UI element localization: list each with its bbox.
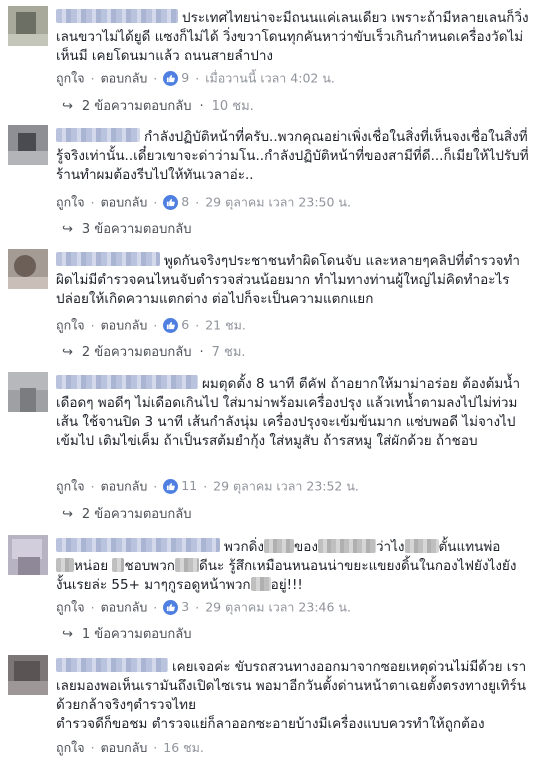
view-replies-link[interactable]: ↪ 2 ข้อความตอบกลับ · 10 ชม. (62, 98, 254, 116)
avatar[interactable] (8, 372, 48, 412)
redacted-text (404, 539, 439, 553)
comment-timestamp[interactable]: 29 ตุลาคม เวลา 23:46 น. (205, 600, 351, 615)
like-link[interactable]: ถูกใจ (56, 195, 85, 210)
view-replies-link[interactable]: ↪ 2 ข้อความตอบกลับ · 7 ชม. (62, 344, 246, 362)
comment-actions: ถูกใจ · ตอบกลับ · 8 · 29 ตุลาคม เวลา 23:50 น. (56, 193, 351, 211)
avatar[interactable] (8, 655, 48, 695)
comment-actions: ถูกใจ · ตอบกลับ · 16 ชม. (56, 740, 204, 755)
commenter-name[interactable] (56, 9, 178, 23)
redacted-text (112, 558, 125, 572)
redacted-text (264, 539, 295, 553)
comment-text: พูดกันจริงๆประชาชนทำผิดโดนจับ และหลายๆคล… (56, 252, 520, 307)
like-link[interactable]: ถูกใจ (56, 318, 85, 333)
thumbs-up-icon (163, 478, 179, 494)
avatar[interactable] (8, 249, 48, 289)
reaction-count[interactable]: 6 (163, 316, 189, 334)
comment-actions: ถูกใจ · ตอบกลับ · 11 · 29 ตุลาคม เวลา 23:52 น. (56, 477, 359, 495)
like-link[interactable]: ถูกใจ (56, 479, 85, 494)
comment-text: กำลังปฏิบัติหน้าที่ครับ..พวกคุณอย่าเพิ่ง… (56, 128, 529, 183)
reaction-count[interactable]: 3 (163, 598, 189, 616)
comment-timestamp[interactable]: เมื่อวานนี้ เวลา 4:02 น. (205, 71, 335, 86)
reply-link[interactable]: ตอบกลับ (101, 318, 148, 333)
thumbs-up-icon (163, 599, 179, 615)
reaction-count[interactable]: 11 (163, 477, 197, 495)
thumbs-up-icon (163, 194, 179, 210)
reply-link[interactable]: ตอบกลับ (101, 71, 148, 86)
commenter-name[interactable] (56, 252, 160, 266)
comment-text: พวกดิ่ง ของ ว่าไง ตั้นแทนพ่อ หน่อย ชอบพวก ดี… (56, 538, 517, 593)
thumbs-up-icon (163, 317, 179, 333)
comment-timestamp[interactable]: 29 ตุลาคม เวลา 23:50 น. (205, 195, 351, 210)
reply-arrow-icon: ↪ (62, 627, 73, 642)
reply-arrow-icon: ↪ (62, 345, 73, 360)
commenter-name[interactable] (56, 658, 168, 672)
reply-link[interactable]: ตอบกลับ (101, 740, 148, 755)
like-link[interactable]: ถูกใจ (56, 740, 85, 755)
redacted-text (250, 577, 271, 591)
reply-link[interactable]: ตอบกลับ (101, 479, 148, 494)
comment-actions: ถูกใจ · ตอบกลับ · 6 · 21 ชม. (56, 316, 246, 334)
reaction-count[interactable]: 9 (163, 69, 189, 87)
reply-link[interactable]: ตอบกลับ (101, 195, 148, 210)
redacted-text (56, 558, 74, 572)
reply-arrow-icon: ↪ (62, 222, 73, 237)
redacted-text (317, 539, 376, 553)
reply-arrow-icon: ↪ (62, 507, 73, 522)
comment-timestamp[interactable]: 29 ตุลาคม เวลา 23:52 น. (213, 479, 359, 494)
view-replies-link[interactable]: ↪ 3 ข้อความตอบกลับ (62, 221, 191, 239)
thumbs-up-icon (163, 70, 179, 86)
commenter-name[interactable] (56, 375, 198, 389)
avatar[interactable] (8, 6, 48, 46)
like-link[interactable]: ถูกใจ (56, 71, 85, 86)
commenter-name[interactable] (56, 538, 220, 552)
avatar[interactable] (8, 125, 48, 165)
reply-arrow-icon: ↪ (62, 99, 73, 114)
reaction-count[interactable]: 8 (163, 193, 189, 211)
comment-text: ประเทศไทยน่าจะมีถนนแค่เลนเดียว เพราะถ้าม… (56, 9, 529, 64)
comment-timestamp[interactable]: 21 ชม. (205, 318, 246, 333)
like-link[interactable]: ถูกใจ (56, 600, 85, 615)
reply-link[interactable]: ตอบกลับ (101, 600, 148, 615)
comments-panel: { "labels": { "like": "ถูกใจ", "reply": … (0, 0, 545, 761)
comment-text: ผมตุดตั้ง 8 นาที ตีคัฟ ถ้าอยากให้มาม่าอร… (56, 375, 521, 449)
comment-actions: ถูกใจ · ตอบกลับ · 3 · 29 ตุลาคม เวลา 23:46 น. (56, 598, 351, 616)
comment-text: เคยเจอค่ะ ขับรถสวนทางออกมาจากซอยเหตุด่วน… (56, 658, 527, 732)
comment-actions: ถูกใจ · ตอบกลับ · 9 · เมื่อวานนี้ เวลา 4:02 น. (56, 69, 335, 87)
redacted-text (174, 558, 199, 572)
commenter-name[interactable] (56, 128, 140, 142)
view-replies-link[interactable]: ↪ 2 ข้อความตอบกลับ (62, 506, 191, 524)
view-replies-link[interactable]: ↪ 1 ข้อความตอบกลับ (62, 626, 191, 644)
avatar[interactable] (8, 535, 48, 575)
comment-timestamp[interactable]: 16 ชม. (163, 740, 204, 755)
